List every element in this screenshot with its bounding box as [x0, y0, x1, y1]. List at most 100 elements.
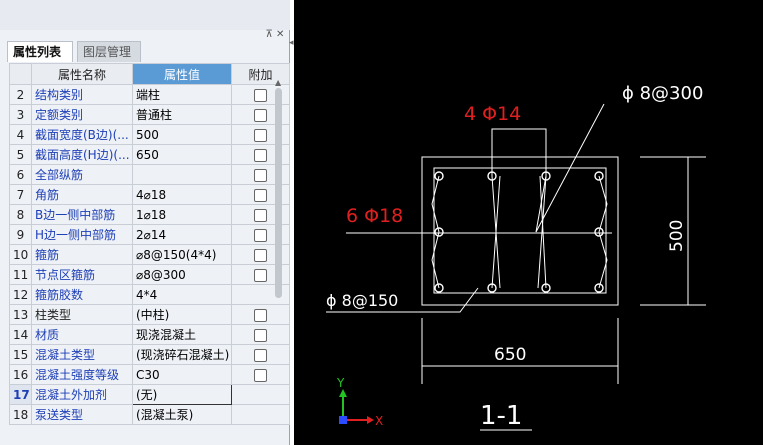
row-index: 3 — [9, 104, 32, 125]
table-row[interactable]: 6 全部纵筋 — [9, 164, 290, 185]
row-index: 5 — [9, 144, 32, 165]
tab-property-list[interactable]: 属性列表 — [7, 41, 73, 62]
cad-viewport[interactable]: 4 Φ14 6 Φ18 ϕ 8@300 ϕ 8@150 500 650 1-1 … — [294, 0, 763, 445]
tab-layer-management[interactable]: 图层管理 — [77, 41, 141, 62]
property-value[interactable]: 4⌀18 — [132, 184, 232, 205]
ucs-axis-icon: Y X — [336, 376, 383, 428]
section-title: 1-1 — [480, 401, 522, 431]
table-row[interactable]: 8 B边一侧中部筋 1⌀18 — [9, 204, 290, 225]
extra-checkbox[interactable] — [254, 168, 267, 182]
property-value[interactable]: 500 — [132, 124, 232, 145]
label-4phi14: 4 Φ14 — [464, 103, 521, 125]
property-name: 全部纵筋 — [31, 164, 133, 185]
row-index: 12 — [9, 284, 32, 305]
property-value[interactable] — [132, 164, 232, 185]
property-value[interactable]: (无) — [132, 384, 232, 405]
table-row[interactable]: 7 角筋 4⌀18 — [9, 184, 290, 205]
property-value[interactable]: (混凝土泵) — [132, 404, 232, 425]
property-name: H边一侧中部筋 — [31, 224, 133, 245]
axis-x-label: X — [375, 414, 383, 428]
grid-header-value[interactable]: 属性值 — [132, 63, 232, 85]
extra-checkbox[interactable] — [254, 268, 267, 282]
property-name: 箍筋胶数 — [31, 284, 133, 305]
table-row[interactable]: 10 箍筋 ⌀8@150(4*4) — [9, 244, 290, 265]
leader-4phi14 — [491, 128, 547, 176]
property-name: 节点区箍筋 — [31, 264, 133, 285]
extra-checkbox[interactable] — [254, 348, 267, 362]
table-row[interactable]: 18 泵送类型 (混凝土泵) — [9, 404, 290, 425]
extra-checkbox[interactable] — [254, 188, 267, 202]
property-name: 定额类别 — [31, 104, 133, 125]
property-name: 材质 — [31, 324, 133, 345]
row-index: 2 — [9, 84, 32, 105]
extra-checkbox[interactable] — [254, 128, 267, 142]
panel-pin-close-icons[interactable]: ⊼ ✕ — [263, 29, 287, 41]
property-value[interactable]: (现浇碎石混凝土) — [132, 344, 232, 365]
scroll-up-icon[interactable]: ▲ — [275, 78, 281, 87]
row-index: 18 — [9, 404, 32, 425]
extra-checkbox[interactable] — [254, 368, 267, 382]
extra-checkbox[interactable] — [254, 248, 267, 262]
property-grid: 属性名称 属性值 附加 2 结构类别 端柱 3 定额类别 普通柱 4 截面宽度(B边)(...… — [9, 63, 290, 425]
table-row[interactable]: 4 截面宽度(B边)(... 500 — [9, 124, 290, 145]
property-value[interactable]: ⌀8@300 — [132, 264, 232, 285]
row-index: 9 — [9, 224, 32, 245]
property-value[interactable]: 1⌀18 — [132, 204, 232, 225]
row-index: 16 — [9, 364, 32, 385]
property-name: 混凝土强度等级 — [31, 364, 133, 385]
row-index: 7 — [9, 184, 32, 205]
extra-checkbox[interactable] — [254, 208, 267, 222]
scrollbar-thumb[interactable] — [275, 88, 282, 298]
label-stirrup-150: ϕ 8@150 — [326, 291, 398, 310]
table-row[interactable]: 9 H边一侧中部筋 2⌀14 — [9, 224, 290, 245]
property-panel: ⊼ ✕ 属性列表 图层管理 属性名称 属性值 附加 2 结构类别 端柱 3 定额类别 普通… — [0, 0, 294, 445]
row-index: 14 — [9, 324, 32, 345]
section-drawing: 4 Φ14 6 Φ18 ϕ 8@300 ϕ 8@150 500 650 1-1 … — [326, 83, 706, 431]
property-value[interactable]: 普通柱 — [132, 104, 232, 125]
property-value[interactable]: 现浇混凝土 — [132, 324, 232, 345]
table-row[interactable]: 17 混凝土外加剂 (无) — [9, 384, 290, 405]
property-value[interactable]: 端柱 — [132, 84, 232, 105]
grid-header-name[interactable]: 属性名称 — [31, 63, 133, 85]
axis-y-label: Y — [336, 376, 345, 390]
panel-toolbar — [0, 0, 290, 30]
table-row[interactable]: 11 节点区箍筋 ⌀8@300 — [9, 264, 290, 285]
extra-checkbox[interactable] — [254, 328, 267, 342]
table-row[interactable]: 13 柱类型 (中柱) — [9, 304, 290, 325]
table-row[interactable]: 14 材质 现浇混凝土 — [9, 324, 290, 345]
table-row[interactable]: 5 截面高度(H边)(... 650 — [9, 144, 290, 165]
property-value[interactable]: C30 — [132, 364, 232, 385]
dim-height-text: 500 — [667, 220, 687, 252]
row-index: 6 — [9, 164, 32, 185]
property-value[interactable]: 2⌀14 — [132, 224, 232, 245]
extra-checkbox[interactable] — [254, 88, 267, 102]
property-name: 截面宽度(B边)(... — [31, 124, 133, 145]
property-name: 混凝土类型 — [31, 344, 133, 365]
property-value[interactable]: (中柱) — [132, 304, 232, 325]
column-outline — [421, 156, 619, 306]
property-value[interactable]: ⌀8@150(4*4) — [132, 244, 232, 265]
row-index: 17 — [9, 384, 32, 405]
extra-checkbox[interactable] — [254, 308, 267, 322]
dim-width-text: 650 — [494, 345, 526, 365]
row-index: 13 — [9, 304, 32, 325]
property-value[interactable]: 4*4 — [132, 284, 232, 305]
table-row[interactable]: 16 混凝土强度等级 C30 — [9, 364, 290, 385]
row-index: 8 — [9, 204, 32, 225]
grid-scrollbar[interactable]: ▲ — [273, 78, 285, 445]
table-row[interactable]: 3 定额类别 普通柱 — [9, 104, 290, 125]
extra-checkbox[interactable] — [254, 148, 267, 162]
property-name: 泵送类型 — [31, 404, 133, 425]
property-name: 箍筋 — [31, 244, 133, 265]
extra-checkbox[interactable] — [254, 228, 267, 242]
table-row[interactable]: 12 箍筋胶数 4*4 — [9, 284, 290, 305]
row-index: 11 — [9, 264, 32, 285]
table-row[interactable]: 15 混凝土类型 (现浇碎石混凝土) — [9, 344, 290, 365]
outer-stirrup — [433, 167, 607, 294]
property-name: 角筋 — [31, 184, 133, 205]
property-value[interactable]: 650 — [132, 144, 232, 165]
table-row[interactable]: 2 结构类别 端柱 — [9, 84, 290, 105]
extra-checkbox[interactable] — [254, 108, 267, 122]
property-name: 柱类型 — [31, 304, 133, 325]
property-name: 结构类别 — [31, 84, 133, 105]
